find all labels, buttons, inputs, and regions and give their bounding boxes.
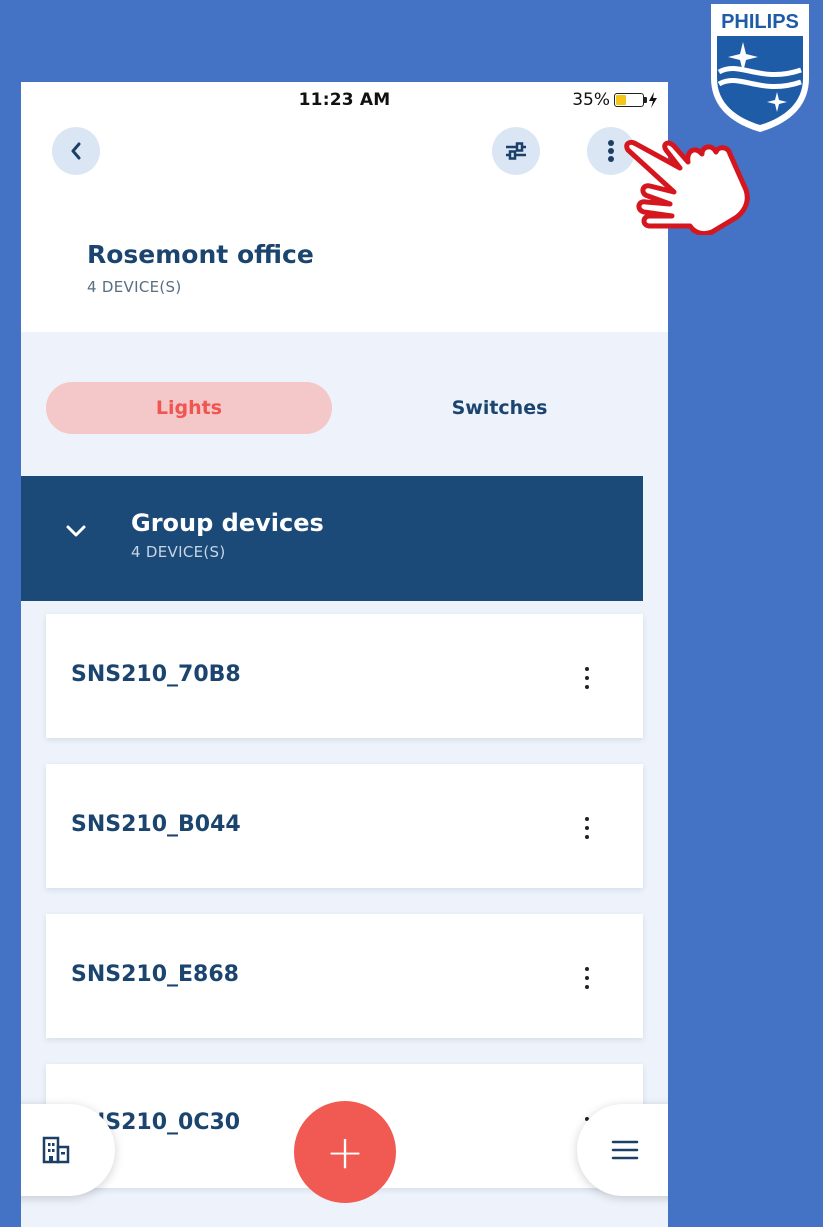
pointing-hand-icon [624, 139, 750, 235]
battery-indicator: 35% [572, 90, 658, 110]
device-row[interactable]: SNS210_B044 [46, 764, 643, 888]
device-more-button[interactable] [575, 964, 599, 992]
menu-button[interactable] [577, 1104, 668, 1196]
group-title: Group devices [131, 509, 324, 537]
sliders-icon [506, 142, 526, 160]
device-more-button[interactable] [575, 664, 599, 692]
buildings-button[interactable] [21, 1104, 115, 1196]
svg-text:PHILIPS: PHILIPS [721, 11, 799, 33]
dot [585, 985, 589, 989]
tab-lights[interactable]: Lights [46, 382, 332, 434]
filter-button[interactable] [492, 127, 540, 175]
dot [585, 826, 589, 830]
charging-bolt-icon [649, 92, 657, 108]
app-screen: 11:23 AM 35% Rosemont office 4 DEVICE(S)… [21, 82, 668, 1227]
dot [585, 967, 589, 971]
device-name: SNS210_B044 [71, 812, 241, 837]
status-bar: 11:23 AM 35% [21, 82, 668, 120]
dot [585, 685, 589, 689]
page-title: Rosemont office [87, 240, 314, 269]
battery-icon [614, 93, 647, 107]
group-devices-header[interactable]: Group devices 4 DEVICE(S) [21, 476, 643, 601]
add-device-button[interactable]: + [294, 1101, 396, 1203]
battery-percent: 35% [572, 90, 610, 110]
chevron-down-icon [66, 525, 86, 537]
back-button[interactable] [52, 127, 100, 175]
dot [585, 676, 589, 680]
dot [585, 835, 589, 839]
tab-switches[interactable]: Switches [356, 382, 643, 434]
vertical-dots-icon [608, 140, 614, 162]
group-device-count: 4 DEVICE(S) [131, 543, 226, 561]
dot [585, 976, 589, 980]
building-icon [42, 1136, 70, 1164]
dot [585, 667, 589, 671]
menu-icon [611, 1140, 639, 1160]
philips-logo: PHILIPS [711, 4, 809, 132]
device-name: SNS210_E868 [71, 962, 239, 987]
device-row[interactable]: SNS210_E868 [46, 914, 643, 1038]
device-more-button[interactable] [575, 814, 599, 842]
device-row[interactable]: SNS210_70B8 [46, 614, 643, 738]
dot [585, 817, 589, 821]
device-count: 4 DEVICE(S) [87, 278, 182, 296]
device-name: SNS210_70B8 [71, 662, 241, 687]
page-header: Rosemont office 4 DEVICE(S) [21, 120, 668, 332]
status-time: 11:23 AM [298, 90, 391, 110]
chevron-left-icon [71, 142, 81, 160]
